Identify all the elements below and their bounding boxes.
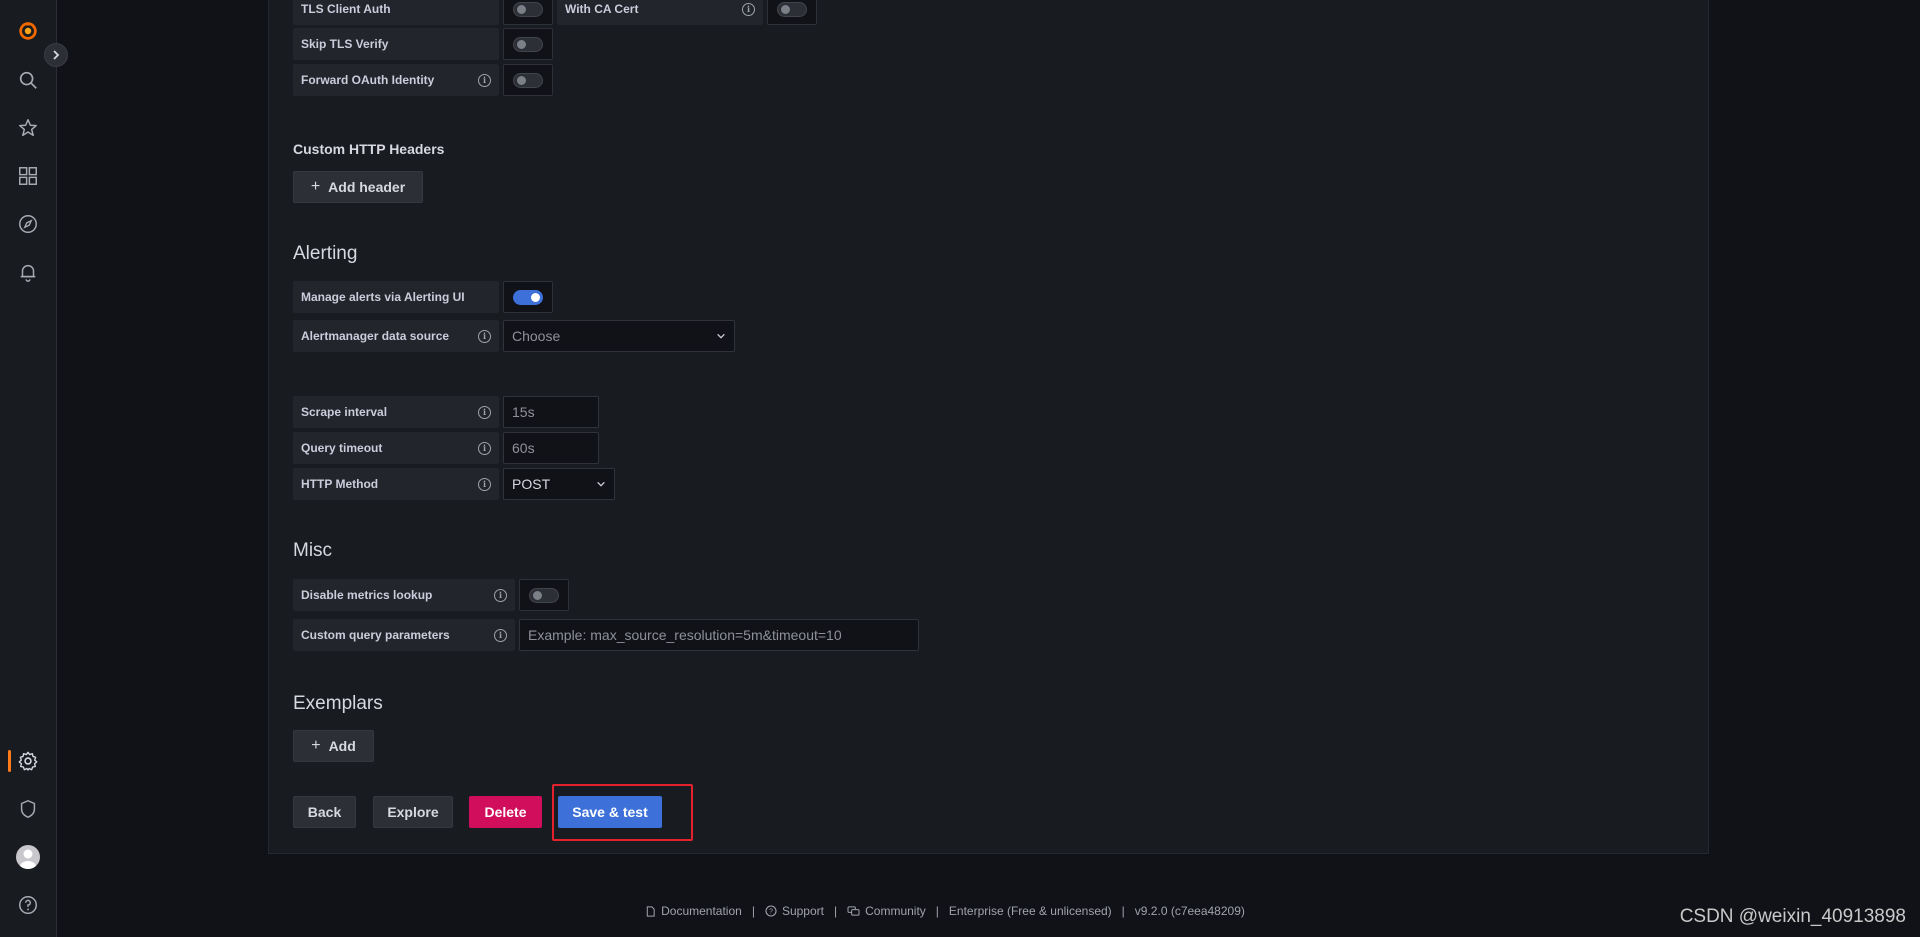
- alerting-title: Alerting: [293, 243, 358, 264]
- highlight-annotation: [552, 784, 693, 841]
- info-icon[interactable]: i: [478, 441, 491, 455]
- delete-button[interactable]: Delete: [469, 796, 542, 828]
- manage-alerts-toggle[interactable]: [503, 281, 553, 313]
- info-icon[interactable]: i: [742, 2, 755, 16]
- grafana-logo-icon[interactable]: [14, 17, 42, 45]
- http-method-select[interactable]: POST: [503, 468, 615, 500]
- disable-lookup-label: Disable metrics lookup i: [293, 579, 515, 611]
- query-timeout-label: Query timeout i: [293, 432, 499, 464]
- alerting-icon[interactable]: [14, 258, 42, 286]
- manage-alerts-label: Manage alerts via Alerting UI: [293, 281, 499, 313]
- expand-nav-button[interactable]: [44, 43, 68, 67]
- disable-lookup-row: Disable metrics lookup i: [293, 579, 569, 611]
- side-nav: [0, 0, 57, 937]
- info-icon[interactable]: i: [478, 329, 491, 343]
- custom-params-row: Custom query parameters i Example: max_s…: [293, 619, 919, 651]
- custom-headers-title: Custom HTTP Headers: [293, 141, 445, 157]
- back-button[interactable]: Back: [293, 796, 356, 828]
- community-link[interactable]: Community: [847, 904, 926, 918]
- forward-oauth-label: Forward OAuth Identity i: [293, 64, 499, 96]
- http-method-label: HTTP Method i: [293, 468, 499, 500]
- plus-icon: +: [310, 178, 321, 195]
- info-icon[interactable]: i: [494, 588, 507, 602]
- info-icon[interactable]: i: [478, 477, 491, 491]
- info-icon[interactable]: i: [494, 628, 507, 642]
- svg-text:?: ?: [769, 909, 773, 916]
- explore-button[interactable]: Explore: [373, 796, 453, 828]
- info-icon[interactable]: i: [478, 405, 491, 419]
- alertmanager-select[interactable]: Choose: [503, 320, 735, 352]
- active-indicator: [8, 750, 11, 772]
- with-ca-cert-toggle[interactable]: [767, 0, 817, 25]
- scrape-interval-label: Scrape interval i: [293, 396, 499, 428]
- with-ca-cert-label: With CA Cert i: [557, 0, 763, 25]
- custom-params-input[interactable]: Example: max_source_resolution=5m&timeou…: [519, 619, 919, 651]
- plus-icon: +: [311, 737, 321, 754]
- shield-icon[interactable]: [14, 795, 42, 823]
- skip-tls-label: Skip TLS Verify: [293, 28, 499, 60]
- question-circle-icon: ?: [765, 905, 777, 917]
- tls-client-auth-row: TLS Client Auth With CA Cert i: [293, 0, 817, 25]
- scrape-interval-row: Scrape interval i 15s: [293, 396, 599, 428]
- skip-tls-toggle[interactable]: [503, 28, 553, 60]
- alertmanager-label: Alertmanager data source i: [293, 320, 499, 352]
- documentation-link[interactable]: Documentation: [645, 904, 742, 918]
- skip-tls-row: Skip TLS Verify: [293, 28, 553, 60]
- watermark: CSDN @weixin_40913898: [1679, 906, 1906, 927]
- misc-title: Misc: [293, 540, 333, 561]
- document-icon: [645, 905, 656, 917]
- disable-lookup-toggle[interactable]: [519, 579, 569, 611]
- forward-oauth-toggle[interactable]: [503, 64, 553, 96]
- alertmanager-row: Alertmanager data source i Choose: [293, 320, 735, 352]
- add-exemplar-button[interactable]: + Add: [293, 730, 374, 762]
- query-timeout-input[interactable]: 60s: [503, 432, 599, 464]
- scrape-interval-input[interactable]: 15s: [503, 396, 599, 428]
- edition-link[interactable]: Enterprise (Free & unlicensed): [949, 904, 1112, 918]
- forward-oauth-row: Forward OAuth Identity i: [293, 64, 553, 96]
- avatar[interactable]: [16, 845, 40, 869]
- chevron-down-icon: [717, 333, 725, 339]
- star-icon[interactable]: [14, 114, 42, 142]
- footer: Documentation | ? Support | Community | …: [0, 904, 1920, 918]
- version-text: v9.2.0 (c7eea48209): [1134, 904, 1245, 918]
- explore-icon[interactable]: [14, 210, 42, 238]
- info-icon[interactable]: i: [478, 73, 491, 87]
- manage-alerts-row: Manage alerts via Alerting UI: [293, 281, 553, 313]
- http-method-row: HTTP Method i POST: [293, 468, 615, 500]
- tls-client-auth-label: TLS Client Auth: [293, 0, 499, 25]
- dashboards-icon[interactable]: [14, 162, 42, 190]
- query-timeout-row: Query timeout i 60s: [293, 432, 599, 464]
- datasource-settings-panel: TLS Client Auth With CA Cert i Skip TLS …: [268, 0, 1709, 854]
- tls-client-auth-toggle[interactable]: [503, 0, 553, 25]
- custom-params-label: Custom query parameters i: [293, 619, 515, 651]
- support-link[interactable]: ? Support: [765, 904, 824, 918]
- search-icon[interactable]: [14, 66, 42, 94]
- chevron-right-icon: [53, 50, 60, 60]
- add-header-button[interactable]: + Add header: [293, 171, 423, 203]
- comments-icon: [847, 905, 860, 917]
- gear-icon[interactable]: [14, 747, 42, 775]
- chevron-down-icon: [597, 481, 605, 487]
- exemplars-title: Exemplars: [293, 693, 383, 714]
